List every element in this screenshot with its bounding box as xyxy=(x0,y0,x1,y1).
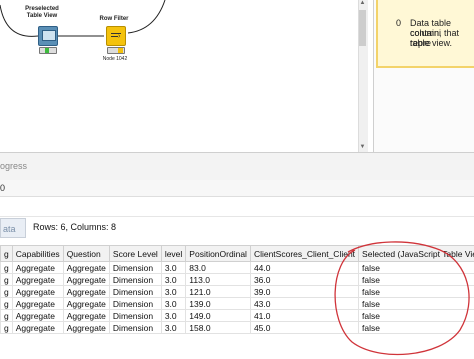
table-cell[interactable]: g xyxy=(0,297,13,310)
scroll-up-icon[interactable]: ▲ xyxy=(359,0,366,7)
table-cell[interactable]: Aggregate xyxy=(11,309,64,322)
table-cell[interactable]: Aggregate xyxy=(62,261,110,274)
column-header[interactable]: Question xyxy=(62,245,110,262)
table-cell[interactable]: 139.0 xyxy=(185,297,251,310)
table-cell[interactable]: false xyxy=(358,261,474,274)
table-cell[interactable]: g xyxy=(0,273,13,286)
table-cell[interactable]: Aggregate xyxy=(11,261,64,274)
table-cell[interactable]: g xyxy=(0,261,13,274)
table-cell[interactable]: 3.0 xyxy=(160,273,187,286)
table-cell[interactable]: false xyxy=(358,309,474,322)
table-cell[interactable]: Dimension xyxy=(108,297,162,310)
port-description-line: table view. xyxy=(410,38,453,48)
table-summary: Rows: 6, Columns: 8 xyxy=(33,222,117,232)
table-cell[interactable]: 36.0 xyxy=(249,273,360,286)
table-cell[interactable]: 41.0 xyxy=(249,309,360,322)
node-status-light xyxy=(107,47,125,54)
table-cell[interactable]: false xyxy=(358,297,474,310)
table-cell[interactable]: Aggregate xyxy=(62,297,110,310)
table-cell[interactable]: Aggregate xyxy=(11,297,64,310)
progress-value: 0 xyxy=(0,183,6,193)
progress-header xyxy=(0,152,474,181)
table-cell[interactable]: 83.0 xyxy=(185,261,251,274)
table-header-row: g Capabilities Question Score Level leve… xyxy=(0,245,474,262)
workflow-connections xyxy=(0,0,166,37)
table-cell[interactable]: Aggregate xyxy=(62,285,110,298)
table-cell[interactable]: Dimension xyxy=(108,321,162,334)
column-header[interactable]: PositionOrdinal xyxy=(185,245,251,262)
table-cell[interactable]: false xyxy=(358,273,474,286)
data-table: g Capabilities Question Score Level leve… xyxy=(0,245,474,334)
progress-row xyxy=(0,180,474,197)
table-cell[interactable]: Aggregate xyxy=(62,321,110,334)
arrow-right-icon: › xyxy=(118,33,121,40)
progress-label: ogress xyxy=(0,161,28,171)
table-cell[interactable]: 3.0 xyxy=(160,285,187,298)
row-filter-node[interactable]: › xyxy=(106,26,126,46)
table-cell[interactable]: Dimension xyxy=(108,261,162,274)
table-cell[interactable]: false xyxy=(358,321,474,334)
workflow-canvas[interactable]: Preselected Table View Row Filter › Node… xyxy=(0,0,358,152)
table-view-icon xyxy=(42,30,56,41)
table-row[interactable]: g Aggregate Aggregate Dimension 3.0 139.0 43.0… xyxy=(0,297,474,310)
node-label-row-filter: Row Filter xyxy=(99,16,129,22)
table-cell[interactable]: 3.0 xyxy=(160,297,187,310)
table-cell[interactable]: Dimension xyxy=(108,285,162,298)
table-row[interactable]: g Aggregate Aggregate Dimension 3.0 158.0 45.0… xyxy=(0,321,474,334)
node-status-light xyxy=(39,47,57,54)
column-header[interactable]: Selected (JavaScript Table View) xyxy=(358,245,474,262)
port-description-box: 0 Data table containi column, that repre… xyxy=(376,0,474,68)
scrollbar-thumb[interactable] xyxy=(359,10,366,46)
table-cell[interactable]: 44.0 xyxy=(249,261,360,274)
table-view-node[interactable] xyxy=(38,26,58,46)
table-cell[interactable]: Aggregate xyxy=(62,273,110,286)
table-cell[interactable]: 121.0 xyxy=(185,285,251,298)
table-cell[interactable]: 43.0 xyxy=(249,297,360,310)
table-cell[interactable]: Aggregate xyxy=(11,321,64,334)
column-header[interactable]: Capabilities xyxy=(11,245,64,262)
table-cell[interactable]: 149.0 xyxy=(185,309,251,322)
column-header[interactable]: Score Level xyxy=(108,245,162,262)
table-cell[interactable]: 158.0 xyxy=(185,321,251,334)
table-row[interactable]: g Aggregate Aggregate Dimension 3.0 149.0 41.0… xyxy=(0,309,474,322)
table-cell[interactable]: Dimension xyxy=(108,273,162,286)
table-cell[interactable]: 3.0 xyxy=(160,309,187,322)
table-cell[interactable]: 39.0 xyxy=(249,285,360,298)
table-cell[interactable]: Aggregate xyxy=(11,285,64,298)
table-cell[interactable]: g xyxy=(0,321,13,334)
table-cell[interactable]: 3.0 xyxy=(160,321,187,334)
table-row[interactable]: g Aggregate Aggregate Dimension 3.0 121.0 39.0… xyxy=(0,285,474,298)
port-index: 0 xyxy=(396,18,402,28)
table-row[interactable]: g Aggregate Aggregate Dimension 3.0 113.0 36.0… xyxy=(0,273,474,286)
table-cell[interactable]: Aggregate xyxy=(62,309,110,322)
scroll-down-icon[interactable]: ▼ xyxy=(359,144,366,151)
column-header[interactable]: ClientScores_Client_Client xyxy=(249,245,360,262)
node-label-table-view: Preselected Table View xyxy=(25,6,59,19)
tab-data[interactable]: ata xyxy=(0,218,26,238)
table-row[interactable]: g Aggregate Aggregate Dimension 3.0 83.0 44.0 f… xyxy=(0,261,474,274)
table-cell[interactable]: Aggregate xyxy=(11,273,64,286)
column-header[interactable]: level xyxy=(160,245,187,262)
node-id-label: Node 1042 xyxy=(102,56,128,62)
table-cell[interactable]: g xyxy=(0,285,13,298)
table-cell[interactable]: false xyxy=(358,285,474,298)
table-cell[interactable]: 3.0 xyxy=(160,261,187,274)
table-cell[interactable]: Dimension xyxy=(108,309,162,322)
table-cell[interactable]: g xyxy=(0,309,13,322)
table-cell[interactable]: 113.0 xyxy=(185,273,251,286)
column-header[interactable]: g xyxy=(0,245,13,262)
table-cell[interactable]: 45.0 xyxy=(249,321,360,334)
